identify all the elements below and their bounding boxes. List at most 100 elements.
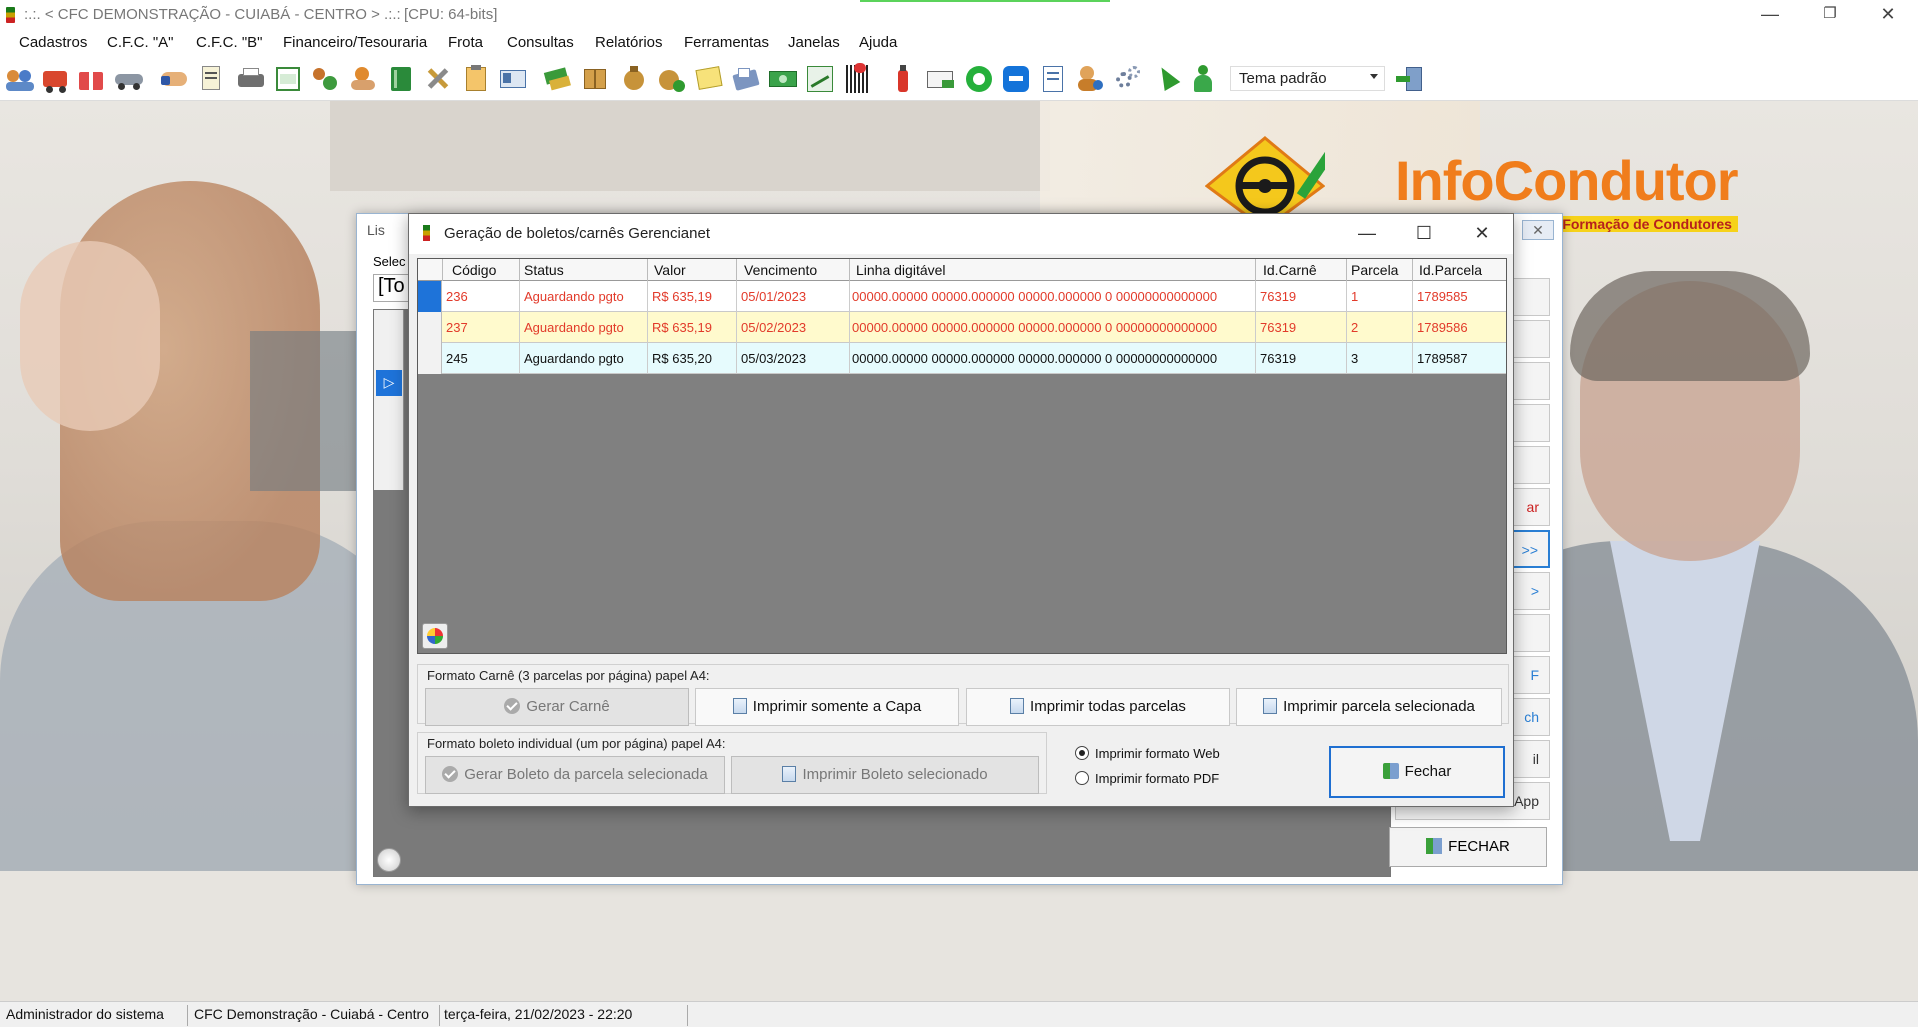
menu-cfc-a[interactable]: C.F.C. "A" [107, 34, 174, 51]
boleto-group-label: Formato boleto individual (um por página… [425, 736, 728, 751]
calculator-icon[interactable] [730, 62, 762, 94]
grid-divider [1255, 259, 1256, 281]
table-row[interactable]: 245 Aguardando pgto R$ 635,20 05/03/2023… [418, 343, 1506, 374]
package-icon[interactable] [579, 62, 611, 94]
gerar-carne-button[interactable]: Gerar Carnê [425, 688, 689, 726]
fechar-button[interactable]: Fechar [1329, 746, 1505, 798]
background-monitor [250, 331, 360, 491]
users-icon[interactable] [4, 62, 36, 94]
cell-vencimento: 05/02/2023 [741, 320, 807, 335]
money-transfer-icon[interactable] [542, 62, 574, 94]
col-status[interactable]: Status [524, 262, 564, 278]
title-accent [860, 0, 1110, 2]
email-icon[interactable] [924, 62, 956, 94]
chart-icon[interactable] [804, 62, 836, 94]
gears-icon[interactable] [1112, 62, 1144, 94]
teamviewer-icon[interactable] [999, 62, 1031, 94]
user-settings-icon[interactable] [1075, 62, 1107, 94]
whatsapp-icon[interactable] [962, 62, 994, 94]
gerar-boleto-label: Gerar Boleto da parcela selecionada [464, 766, 708, 783]
restore-button[interactable]: ❐ [1800, 0, 1860, 30]
hand-coin-icon[interactable] [347, 62, 379, 94]
checklist-icon[interactable] [1037, 62, 1069, 94]
money-bag-add-icon[interactable] [655, 62, 687, 94]
logo-brand-condutor: Condutor [1493, 149, 1739, 212]
col-linha-digitavel[interactable]: Linha digitável [856, 262, 946, 278]
grid-divider [849, 312, 850, 343]
imprimir-boleto-button[interactable]: Imprimir Boleto selecionado [731, 756, 1039, 794]
dialog-minimize-button[interactable]: — [1344, 220, 1390, 248]
parcelas-grid[interactable]: Código Status Valor Vencimento Linha dig… [417, 258, 1507, 654]
tools-icon[interactable] [422, 62, 454, 94]
menu-janelas[interactable]: Janelas [788, 34, 840, 51]
grid-options-button[interactable] [422, 623, 448, 649]
boleto-icon[interactable] [842, 62, 874, 94]
grid-divider [647, 281, 648, 312]
grid-divider [519, 259, 520, 281]
col-id-parcela[interactable]: Id.Parcela [1419, 262, 1482, 278]
imprimir-parcela-label: Imprimir parcela selecionada [1283, 698, 1475, 715]
menu-consultas[interactable]: Consultas [507, 34, 574, 51]
theme-select[interactable]: Tema padrão [1230, 66, 1385, 91]
user-green-icon[interactable] [1187, 62, 1219, 94]
fire-extinguisher-icon[interactable] [887, 62, 919, 94]
cell-vencimento: 05/03/2023 [741, 351, 807, 366]
green-book-icon[interactable] [385, 62, 417, 94]
cell-codigo: 245 [446, 351, 468, 366]
handshake-icon[interactable] [158, 62, 190, 94]
back-grid-nav-button[interactable] [377, 848, 401, 872]
people-money-icon[interactable] [309, 62, 341, 94]
radio-formato-pdf[interactable]: Imprimir formato PDF [1075, 771, 1219, 786]
print-preview-icon [782, 766, 797, 782]
table-row[interactable]: 237 Aguardando pgto R$ 635,19 05/02/2023… [418, 312, 1506, 343]
cell-id-parcela: 1789586 [1417, 320, 1468, 335]
minimize-button[interactable]: — [1740, 0, 1800, 30]
clipboard-icon[interactable] [460, 62, 492, 94]
dialog-close-button[interactable]: ✕ [1459, 220, 1505, 248]
menu-relatorios[interactable]: Relatórios [595, 34, 663, 51]
gift-icon[interactable] [75, 62, 107, 94]
back-window-filter-combo[interactable]: [To [373, 274, 413, 302]
gerar-boleto-button[interactable]: Gerar Boleto da parcela selecionada [425, 756, 725, 794]
exit-icon[interactable] [1394, 62, 1426, 94]
notes-icon[interactable] [693, 62, 725, 94]
cpu-label: [CPU: 64-bits] [404, 6, 498, 23]
calendar-icon[interactable] [272, 62, 304, 94]
col-id-carne[interactable]: Id.Carnê [1263, 262, 1317, 278]
car-icon[interactable] [113, 62, 145, 94]
money-bag-icon[interactable] [618, 62, 650, 94]
menu-ajuda[interactable]: Ajuda [859, 34, 897, 51]
back-fechar-button[interactable]: FECHAR [1389, 827, 1547, 867]
print-preview-icon [732, 698, 747, 714]
dialog-maximize-button[interactable]: ☐ [1401, 220, 1447, 248]
col-parcela[interactable]: Parcela [1351, 262, 1398, 278]
cursor-icon[interactable] [1150, 62, 1182, 94]
row-selected-indicator [418, 281, 442, 312]
menu-cfc-b[interactable]: C.F.C. "B" [196, 34, 263, 51]
gerar-carne-label: Gerar Carnê [526, 698, 610, 715]
back-window-close-button[interactable]: ✕ [1522, 220, 1554, 240]
boletos-dialog: Geração de boletos/carnês Gerencianet — … [408, 213, 1514, 807]
table-row[interactable]: 236 Aguardando pgto R$ 635,19 05/01/2023… [418, 281, 1506, 312]
imprimir-capa-button[interactable]: Imprimir somente a Capa [695, 688, 959, 726]
close-button[interactable]: ✕ [1858, 0, 1918, 30]
cash-icon[interactable] [767, 62, 799, 94]
menu-financeiro[interactable]: Financeiro/Tesouraria [283, 34, 427, 51]
logo-brand: InfoCondutor [1395, 148, 1739, 213]
menu-ferramentas[interactable]: Ferramentas [684, 34, 769, 51]
menu-frota[interactable]: Frota [448, 34, 483, 51]
logo-brand-info: Info [1395, 149, 1495, 212]
truck-icon[interactable] [40, 62, 72, 94]
menu-cadastros[interactable]: Cadastros [19, 34, 87, 51]
col-vencimento[interactable]: Vencimento [744, 262, 817, 278]
id-card-icon[interactable] [497, 62, 529, 94]
cell-id-carne: 76319 [1260, 351, 1297, 366]
document-edit-icon[interactable] [195, 62, 227, 94]
imprimir-todas-button[interactable]: Imprimir todas parcelas [966, 688, 1230, 726]
col-valor[interactable]: Valor [654, 262, 686, 278]
grid-divider [1346, 281, 1347, 312]
printer-icon[interactable] [235, 62, 267, 94]
col-codigo[interactable]: Código [452, 262, 496, 278]
radio-formato-web[interactable]: Imprimir formato Web [1075, 746, 1220, 761]
imprimir-parcela-button[interactable]: Imprimir parcela selecionada [1236, 688, 1502, 726]
